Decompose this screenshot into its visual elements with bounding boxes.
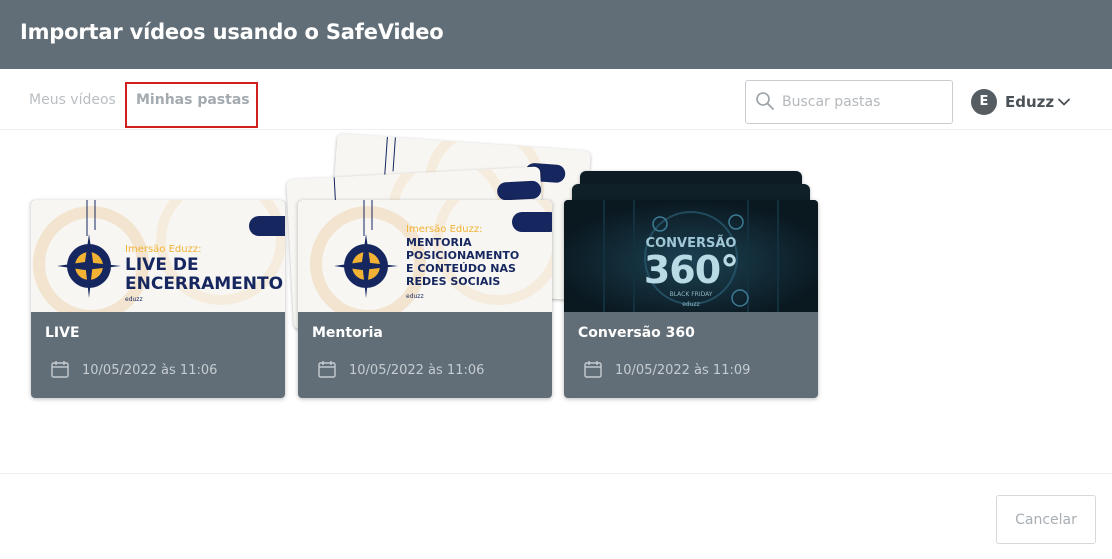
folder-thumbnail: Imersão Eduzz: MENTORIA POSICIONAMENTO E… bbox=[298, 200, 552, 312]
folders-grid: Imersão Eduzz: LIVE DE ENCERRAMENTO eduz… bbox=[0, 130, 1112, 473]
thumb-headline: MENTORIA POSICIONAMENTO E CONTEÚDO NAS R… bbox=[406, 236, 519, 288]
calendar-icon bbox=[584, 361, 602, 378]
thumb-line: ENCERRAMENTO bbox=[125, 274, 284, 294]
folder-date: 10/05/2022 às 11:06 bbox=[82, 363, 218, 378]
calendar-icon bbox=[51, 361, 69, 378]
thumb-line: E CONTEÚDO NAS bbox=[406, 262, 516, 275]
thumb-line: REDES SOCIAIS bbox=[406, 275, 501, 288]
folder-card[interactable]: Imersão Eduzz: MENTORIA POSICIONAMENTO E… bbox=[298, 200, 552, 398]
chevron-down-icon[interactable] bbox=[1057, 95, 1071, 109]
thumb-brand: eduzz bbox=[125, 296, 143, 303]
folder-name: Conversão 360 bbox=[578, 325, 695, 341]
folder-date: 10/05/2022 às 11:09 bbox=[615, 363, 751, 378]
cancel-button[interactable]: Cancelar bbox=[996, 495, 1096, 544]
import-dialog: Importar vídeos usando o SafeVideo Meus … bbox=[0, 0, 1112, 559]
thumb-headline: LIVE DE ENCERRAMENTO bbox=[125, 256, 283, 294]
dialog-footer: Cancelar bbox=[0, 473, 1112, 559]
toolbar: Meus vídeos Minhas pastas E Eduzz bbox=[0, 69, 1112, 130]
folder-card[interactable]: CONVERSÃO 360° BLACK FRIDAY eduzz Conver… bbox=[564, 200, 818, 398]
thumb-kicker: Imersão Eduzz: bbox=[406, 224, 483, 235]
folder-thumbnail: CONVERSÃO 360° BLACK FRIDAY eduzz bbox=[564, 200, 818, 312]
thumb-brand: eduzz bbox=[682, 301, 700, 308]
tab-minhas-pastas[interactable]: Minhas pastas bbox=[136, 92, 250, 108]
folder-name: LIVE bbox=[45, 325, 80, 341]
thumb-kicker: Imersão Eduzz: bbox=[125, 244, 202, 255]
search-box[interactable] bbox=[745, 80, 953, 124]
account-name: Eduzz bbox=[1005, 93, 1055, 111]
folder-name: Mentoria bbox=[312, 325, 383, 341]
calendar-icon bbox=[318, 361, 336, 378]
avatar: E bbox=[971, 89, 997, 115]
thumb-line: 360° bbox=[643, 248, 739, 292]
thumb-line: MENTORIA bbox=[406, 236, 472, 249]
thumb-line: LIVE DE bbox=[125, 255, 199, 275]
search-icon bbox=[756, 92, 774, 110]
dialog-title: Importar vídeos usando o SafeVideo bbox=[20, 20, 444, 44]
tab-meus-videos[interactable]: Meus vídeos bbox=[29, 92, 116, 108]
folder-thumbnail: Imersão Eduzz: LIVE DE ENCERRAMENTO eduz… bbox=[31, 200, 285, 312]
thumb-sub: BLACK FRIDAY bbox=[669, 291, 713, 298]
thumb-line: POSICIONAMENTO bbox=[406, 249, 520, 262]
dialog-header: Importar vídeos usando o SafeVideo bbox=[0, 0, 1112, 69]
folder-date: 10/05/2022 às 11:06 bbox=[349, 363, 485, 378]
folder-card[interactable]: Imersão Eduzz: LIVE DE ENCERRAMENTO eduz… bbox=[31, 200, 285, 398]
thumb-brand: eduzz bbox=[406, 293, 424, 300]
search-input[interactable] bbox=[782, 81, 946, 123]
